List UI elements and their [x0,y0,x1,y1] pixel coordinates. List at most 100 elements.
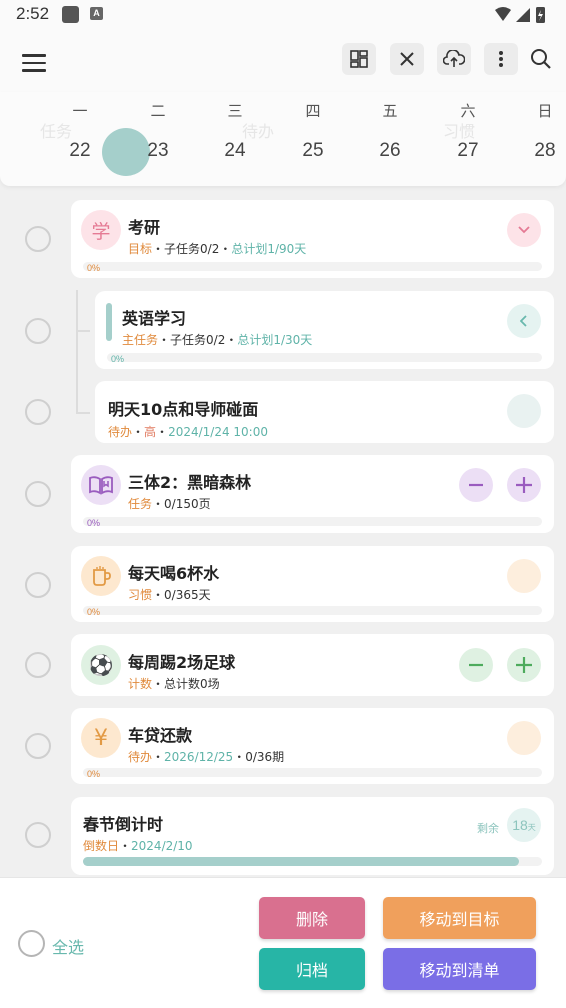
main-task-card[interactable]: 英语学习 主任务・子任务0/2・总计划1/30天 0% [95,291,554,369]
progress-bar [83,517,542,526]
tree-branch [76,330,90,332]
item-meta: 待办・高・2024/1/24 10:00 [108,423,268,440]
study-icon: 学 [81,210,121,250]
day-number: 26 [379,140,401,161]
item-checkbox[interactable] [25,481,51,507]
progress-percent: 0% [111,354,125,364]
increment-button[interactable] [507,648,541,682]
task-card[interactable]: 三体2：黑暗森林 任务・0/150页 0% [71,455,554,533]
status-time: 2:52 [16,4,50,23]
day-of-week: 六 [460,102,476,120]
day-of-week: 五 [382,102,398,120]
more-options-button[interactable] [484,43,518,75]
grid-icon [350,50,368,68]
todo-loan-card[interactable]: ¥ 车贷还款 待办・2026/12/25・0/36期 0% [71,708,554,784]
app-notification-icon: A [90,7,103,20]
loan-action-button[interactable] [507,721,541,755]
progress-percent: 0% [87,769,101,779]
close-button[interactable] [390,43,424,75]
item-subtasks: ・子任务0/2・ [158,333,238,347]
move-to-goal-button[interactable]: 移动到目标 [383,897,536,939]
habit-check-button[interactable] [507,559,541,593]
day-of-week: 三 [227,102,243,120]
increment-button[interactable] [507,468,541,502]
select-all-label[interactable]: 全选 [52,934,84,958]
archive-button[interactable]: 归档 [259,948,365,990]
plus-icon [516,657,532,673]
progress-bar [107,353,542,362]
item-checkbox[interactable] [25,399,51,425]
collapse-button[interactable] [507,213,541,247]
top-toolbar [0,30,566,92]
minus-icon [469,663,483,667]
item-title: 每周踢2场足球 [128,653,236,672]
day-number: 25 [302,140,324,161]
day-of-week: 二 [150,102,166,120]
color-tag [106,303,112,341]
decrement-button[interactable] [459,648,493,682]
cup-icon [81,556,121,596]
item-meta: 习惯・0/365天 [128,586,211,603]
item-date: 2024/2/10 [131,839,193,853]
decrement-button[interactable] [459,468,493,502]
search-icon [531,49,551,69]
countdown-card[interactable]: 春节倒计时 倒数日・2024/2/10 剩余 18 天 [71,797,554,875]
hamburger-icon[interactable] [22,54,46,77]
progress-bar [83,262,542,271]
item-checkbox[interactable] [25,318,51,344]
meta-separator: ・ [152,750,165,764]
tree-branch [76,412,90,414]
cloud-sync-button[interactable] [437,43,471,75]
item-checkbox[interactable] [25,822,51,848]
grid-view-button[interactable] [342,43,376,75]
move-to-list-button[interactable]: 移动到清单 [383,948,536,990]
close-icon [400,52,414,66]
habit-card[interactable]: 每天喝6杯水 习惯・0/365天 0% [71,546,554,622]
days-unit: 天 [527,823,536,832]
yen-icon: ¥ [81,718,121,758]
item-checkbox[interactable] [25,572,51,598]
item-date: 2024/1/24 10:00 [168,425,268,439]
countdown-progress-track [83,857,542,866]
delete-button[interactable]: 删除 [259,897,365,939]
item-meta: 目标・子任务0/2・总计划1/90天 [128,240,306,257]
day-number: 22 [69,140,91,161]
ghost-tab-todo: 待办 [242,122,275,141]
item-title: 车贷还款 [128,726,193,745]
days-remaining-value: 18 [512,817,528,833]
bottom-action-bar: 全选 删除 移动到目标 归档 移动到清单 [0,877,566,1008]
item-meta: 主任务・子任务0/2・总计划1/30天 [122,331,312,348]
cloud-upload-icon [443,50,465,67]
countdown-progress-fill [83,857,520,866]
item-title: 三体2：黑暗森林 [128,473,252,492]
item-checkbox[interactable] [25,226,51,252]
item-type: 待办 [128,750,153,764]
meta-separator: ・ [132,425,145,439]
item-title: 每天喝6杯水 [128,564,220,583]
select-all-checkbox[interactable] [18,930,45,957]
todo-card[interactable]: 明天10点和导师碰面 待办・高・2024/1/24 10:00 [95,381,554,443]
item-title: 春节倒计时 [83,815,164,834]
todo-action-button[interactable] [507,394,541,428]
goal-card[interactable]: 学 考研 目标・子任务0/2・总计划1/90天 0% [71,200,554,278]
status-bar: 2:52 A [0,0,566,30]
search-button[interactable] [530,48,552,74]
item-title: 明天10点和导师碰面 [108,400,259,419]
counter-card[interactable]: ⚽ 每周踢2场足球 计数・总计数0场 [71,634,554,696]
tree-connector [76,290,78,414]
item-checkbox[interactable] [25,733,51,759]
expand-button[interactable] [507,304,541,338]
progress-bar [83,768,542,777]
day-number: 24 [224,140,246,161]
item-meta: 任务・0/150页 [128,495,211,512]
item-plan: 总计划1/30天 [237,333,313,347]
progress-percent: 0% [87,263,101,273]
item-checkbox[interactable] [25,652,51,678]
item-plan: 总计划1/90天 [231,242,307,256]
ghost-tab-task: 任务 [40,122,73,141]
week-calendar: 任务 待办 习惯 一 22 二 23 三 24 四 25 五 26 六 27 日… [0,92,566,186]
progress-bar [83,606,542,615]
item-type: 计数 [128,677,153,691]
item-type: 任务 [128,497,153,511]
item-progress: ・0/36期 [233,750,285,764]
